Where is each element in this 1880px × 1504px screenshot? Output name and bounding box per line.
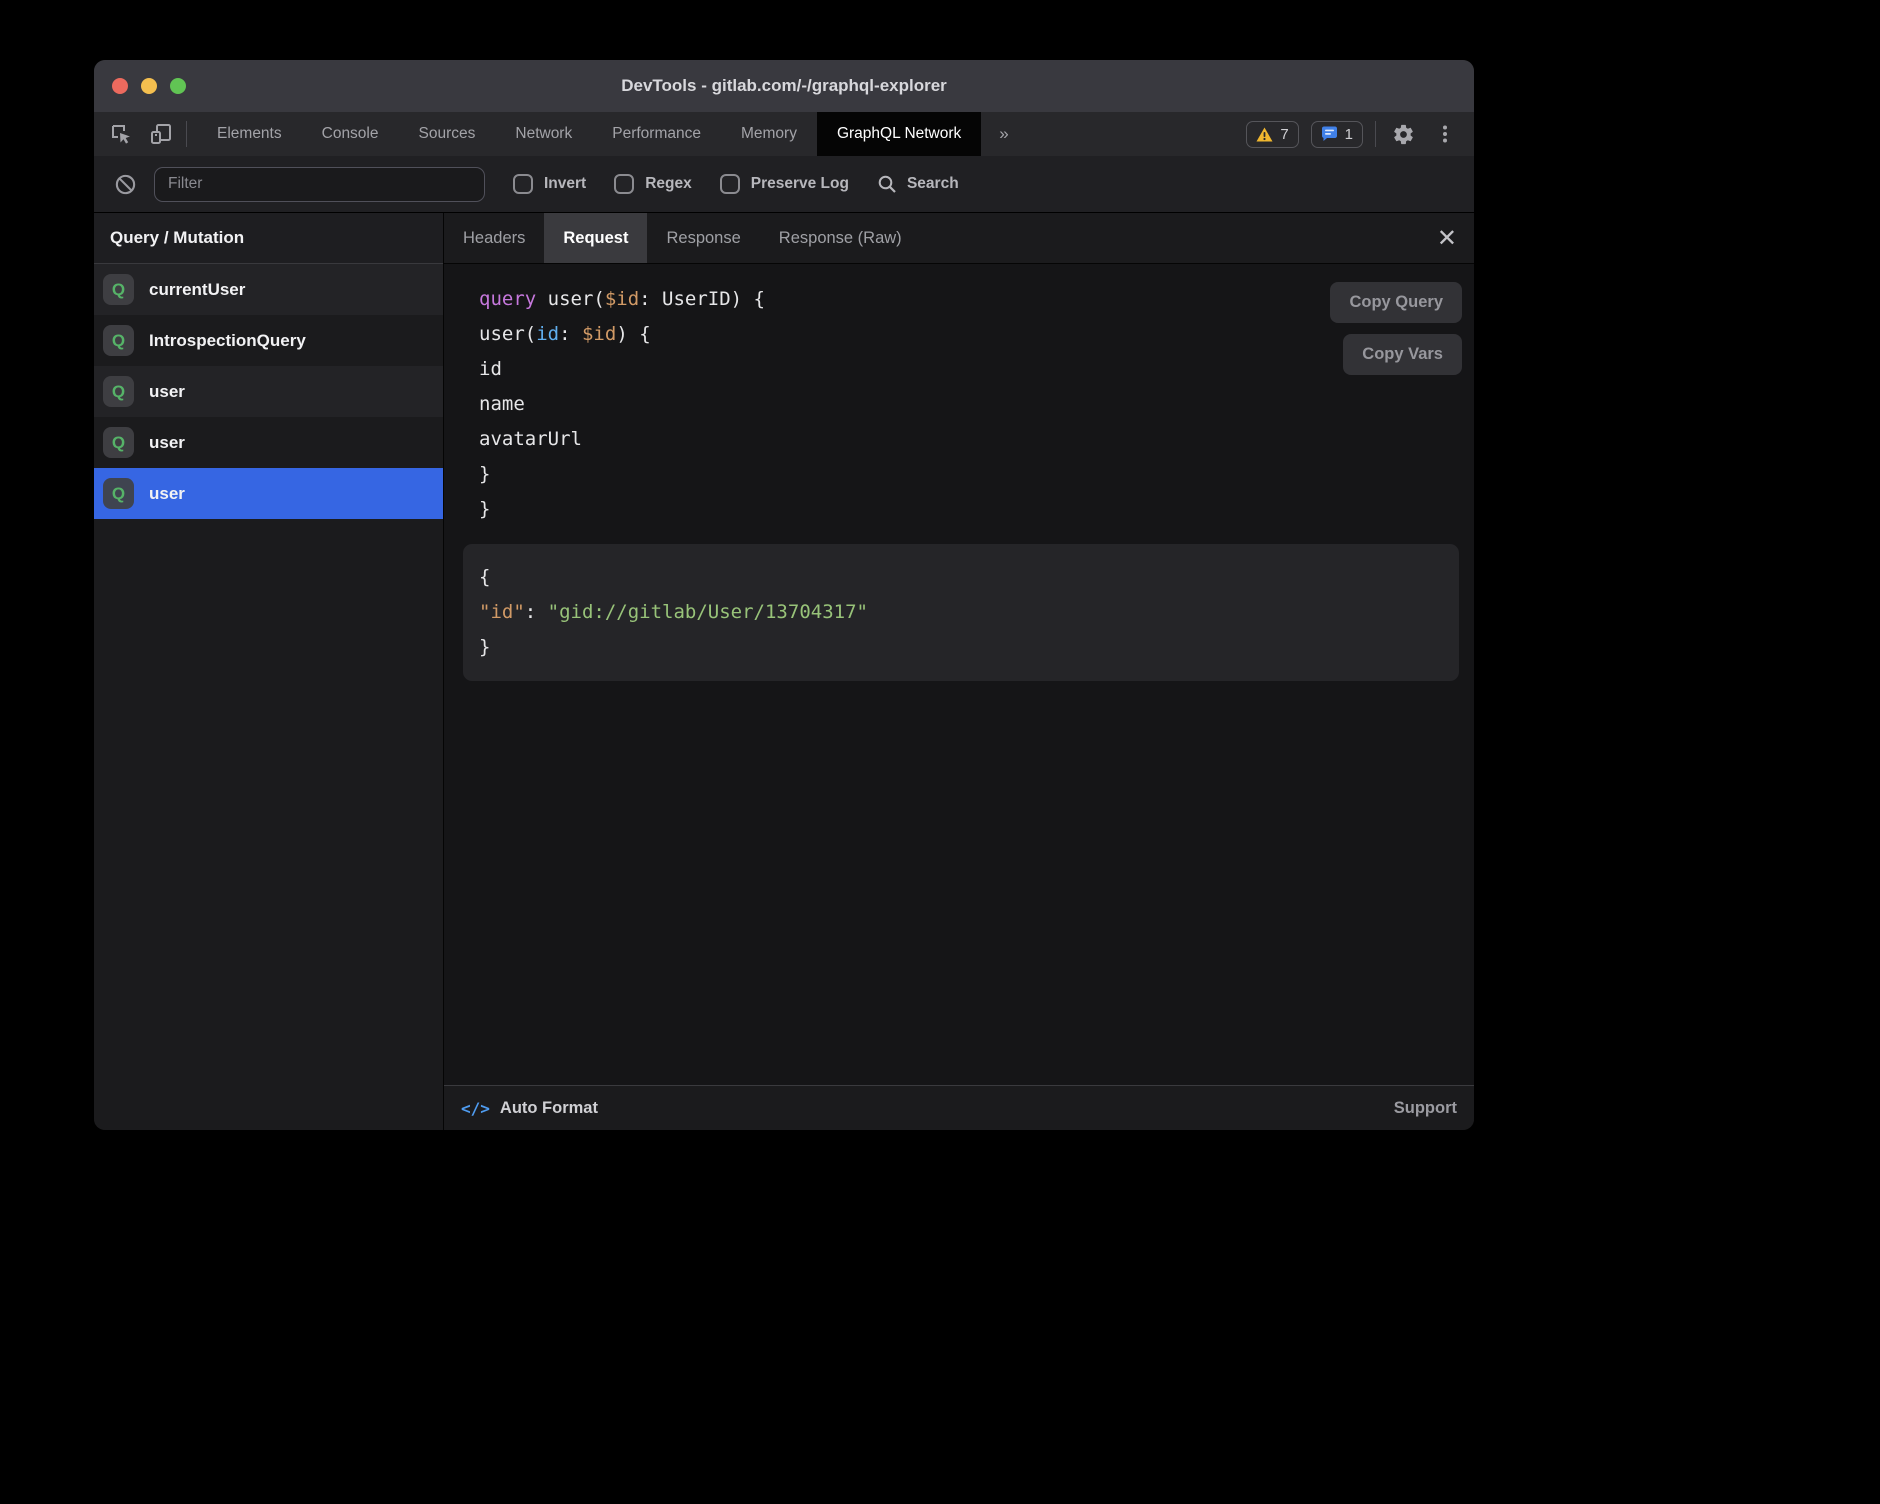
- query-type-icon: Q: [103, 325, 134, 356]
- toolbar-divider: [1375, 121, 1376, 147]
- tab-response[interactable]: Response: [647, 213, 759, 263]
- tab-headers[interactable]: Headers: [444, 213, 544, 263]
- code-line: }: [479, 492, 1474, 527]
- query-type-icon: Q: [103, 376, 134, 407]
- kebab-menu-icon[interactable]: [1430, 119, 1460, 149]
- invert-checkbox-group[interactable]: Invert: [513, 174, 586, 194]
- code-line: "id": "gid://gitlab/User/13704317": [479, 595, 1459, 630]
- query-type-icon: Q: [103, 427, 134, 458]
- tab-sources[interactable]: Sources: [399, 112, 496, 156]
- query-row-user-2[interactable]: Q user: [94, 417, 443, 468]
- warning-icon: [1256, 127, 1273, 142]
- tab-graphql-network[interactable]: GraphQL Network: [817, 112, 981, 156]
- more-tabs-icon[interactable]: »: [981, 112, 1026, 156]
- warnings-badge[interactable]: 7: [1246, 121, 1298, 148]
- tab-request[interactable]: Request: [544, 213, 647, 263]
- query-list-header: Query / Mutation: [94, 213, 443, 264]
- code-line: id: [479, 352, 1474, 387]
- query-variables-box: { "id": "gid://gitlab/User/13704317"}: [463, 544, 1459, 681]
- tab-response-raw[interactable]: Response (Raw): [760, 213, 921, 263]
- clear-block-icon[interactable]: [110, 169, 140, 199]
- search-icon: [877, 174, 897, 194]
- graphql-query-code: query user($id: UserID) { user(id: $id) …: [444, 282, 1474, 527]
- preserve-log-checkbox[interactable]: [720, 174, 740, 194]
- device-toolbar-icon[interactable]: [146, 119, 176, 149]
- tab-console[interactable]: Console: [302, 112, 399, 156]
- support-link[interactable]: Support: [1394, 1099, 1457, 1118]
- code-line: {: [479, 560, 1459, 595]
- query-variables-code: { "id": "gid://gitlab/User/13704317"}: [479, 560, 1459, 665]
- invert-label: Invert: [544, 175, 586, 193]
- copy-query-button[interactable]: Copy Query: [1330, 282, 1462, 323]
- query-row-introspectionquery[interactable]: Q IntrospectionQuery: [94, 315, 443, 366]
- request-detail-panel: Headers Request Response Response (Raw) …: [444, 213, 1474, 1130]
- issues-icon: [1321, 126, 1338, 142]
- search-label: Search: [907, 175, 959, 193]
- code-line: query user($id: UserID) {: [479, 282, 1474, 317]
- tab-elements[interactable]: Elements: [197, 112, 302, 156]
- query-type-icon: Q: [103, 478, 134, 509]
- toolbar-divider: [186, 121, 187, 147]
- query-row-user-3-selected[interactable]: Q user: [94, 468, 443, 519]
- title-bar: DevTools - gitlab.com/-/graphql-explorer: [94, 60, 1474, 112]
- preserve-log-label: Preserve Log: [751, 175, 849, 193]
- request-body: query user($id: UserID) { user(id: $id) …: [444, 264, 1474, 1085]
- settings-gear-icon[interactable]: [1388, 119, 1418, 149]
- query-type-icon: Q: [103, 274, 134, 305]
- detail-footer: </> Auto Format Support: [444, 1085, 1474, 1130]
- close-detail-icon[interactable]: ✕: [1420, 213, 1474, 263]
- regex-checkbox[interactable]: [614, 174, 634, 194]
- auto-format-label: Auto Format: [500, 1099, 598, 1118]
- code-line: }: [479, 630, 1459, 665]
- query-row-user-1[interactable]: Q user: [94, 366, 443, 417]
- code-line: avatarUrl: [479, 422, 1474, 457]
- warning-count: 7: [1280, 126, 1288, 143]
- devtools-toolbar: Elements Console Sources Network Perform…: [94, 112, 1474, 156]
- filter-input[interactable]: [154, 167, 485, 202]
- detail-tab-bar: Headers Request Response Response (Raw) …: [444, 213, 1474, 264]
- query-row-currentuser[interactable]: Q currentUser: [94, 264, 443, 315]
- code-line: user(id: $id) {: [479, 317, 1474, 352]
- tab-memory[interactable]: Memory: [721, 112, 817, 156]
- panel-tabs: Elements Console Sources Network Perform…: [197, 112, 981, 156]
- preserve-log-checkbox-group[interactable]: Preserve Log: [720, 174, 849, 194]
- devtools-window: DevTools - gitlab.com/-/graphql-explorer: [94, 60, 1474, 1130]
- regex-checkbox-group[interactable]: Regex: [614, 174, 692, 194]
- tab-performance[interactable]: Performance: [592, 112, 721, 156]
- tab-network[interactable]: Network: [495, 112, 592, 156]
- query-list-panel: Query / Mutation Q currentUser Q Introsp…: [94, 213, 444, 1130]
- search-control[interactable]: Search: [877, 174, 959, 194]
- issue-count: 1: [1345, 126, 1353, 143]
- window-title: DevTools - gitlab.com/-/graphql-explorer: [94, 76, 1474, 96]
- issues-badge[interactable]: 1: [1311, 121, 1363, 148]
- inspect-element-icon[interactable]: [106, 119, 136, 149]
- code-line: }: [479, 457, 1474, 492]
- regex-label: Regex: [645, 175, 692, 193]
- code-line: name: [479, 387, 1474, 422]
- copy-vars-button[interactable]: Copy Vars: [1343, 334, 1462, 375]
- auto-format-toggle[interactable]: </> Auto Format: [461, 1099, 598, 1118]
- code-brackets-icon: </>: [461, 1099, 490, 1118]
- invert-checkbox[interactable]: [513, 174, 533, 194]
- filter-bar: Invert Regex Preserve Log Search: [94, 156, 1474, 213]
